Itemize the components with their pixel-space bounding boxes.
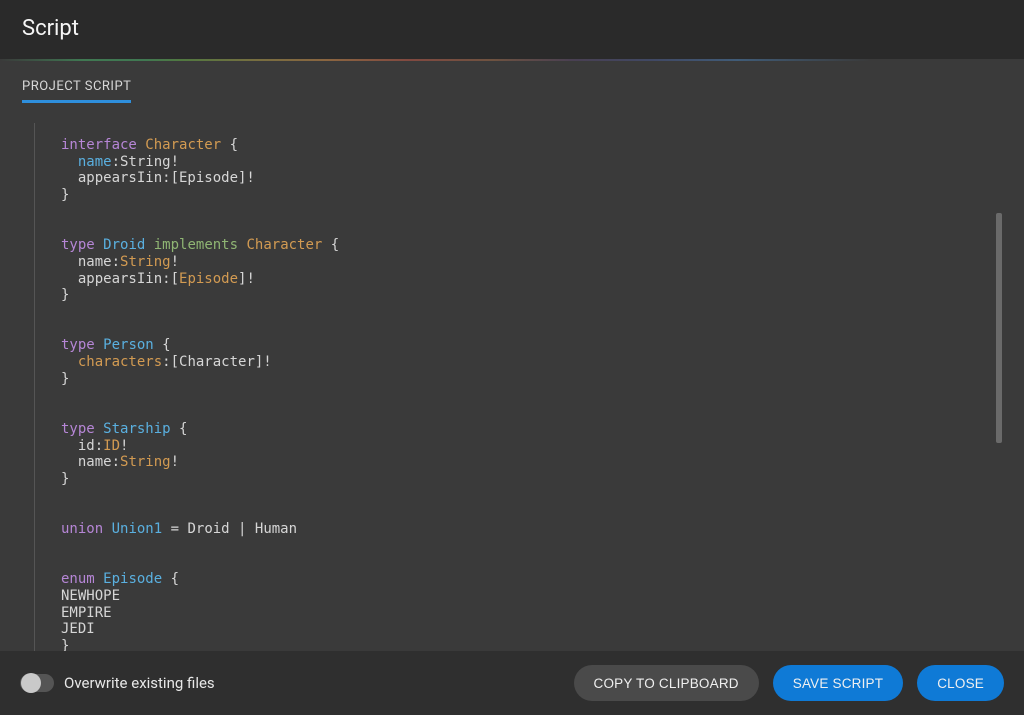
- scrollbar-thumb[interactable]: [996, 213, 1002, 443]
- scrollbar-track[interactable]: [996, 123, 1002, 651]
- dialog-content: PROJECT SCRIPT interface Character { nam…: [0, 61, 1024, 651]
- dialog-title: Script: [22, 16, 1002, 41]
- close-button[interactable]: CLOSE: [917, 665, 1004, 701]
- code-editor[interactable]: interface Character { name:String! appea…: [34, 123, 994, 651]
- tab-project-script[interactable]: PROJECT SCRIPT: [22, 79, 131, 103]
- toggle-knob: [21, 673, 41, 693]
- copy-to-clipboard-button[interactable]: COPY TO CLIPBOARD: [574, 665, 759, 701]
- tab-bar: PROJECT SCRIPT: [22, 75, 1002, 103]
- dialog-header: Script: [0, 0, 1024, 59]
- toggle-track: [20, 674, 54, 692]
- script-dialog: Script PROJECT SCRIPT interface Characte…: [0, 0, 1024, 715]
- dialog-footer: Overwrite existing files COPY TO CLIPBOA…: [0, 651, 1024, 715]
- overwrite-toggle[interactable]: Overwrite existing files: [20, 674, 215, 692]
- editor-area: interface Character { name:String! appea…: [22, 123, 1002, 651]
- save-script-button[interactable]: SAVE SCRIPT: [773, 665, 903, 701]
- overwrite-toggle-label: Overwrite existing files: [64, 674, 215, 692]
